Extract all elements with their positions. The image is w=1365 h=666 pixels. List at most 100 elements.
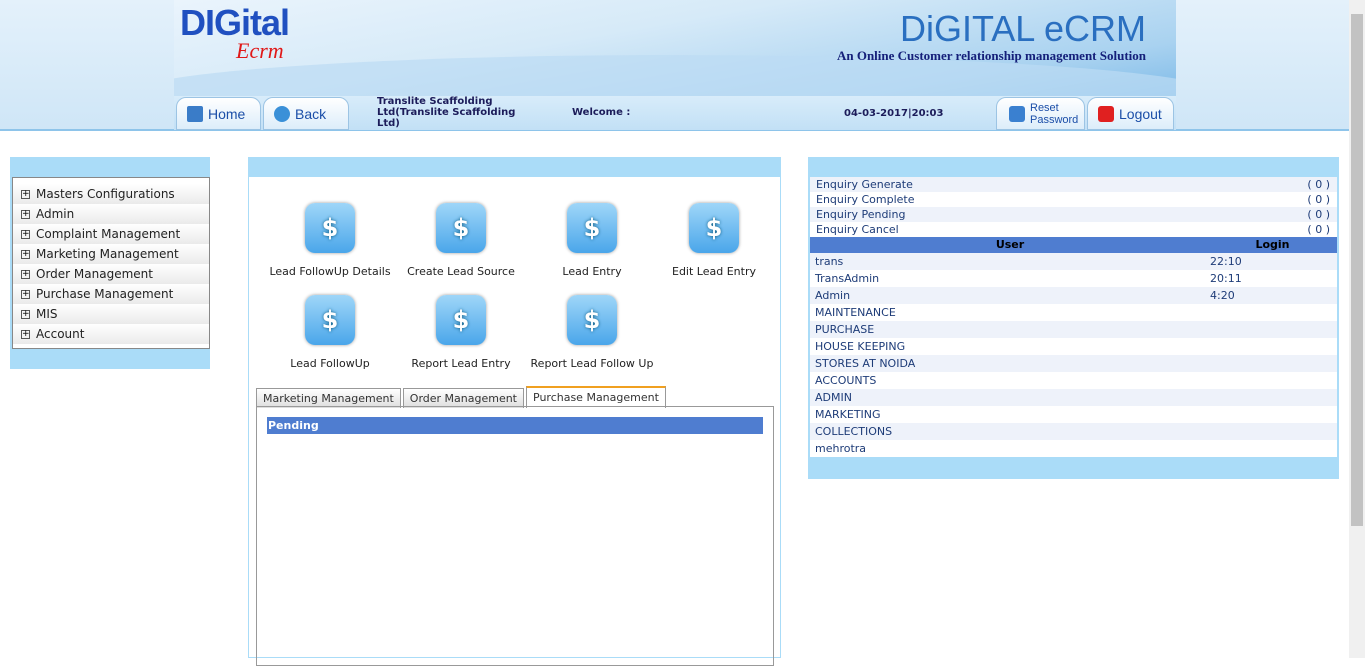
reset-icon <box>1009 105 1025 122</box>
sidebar-menu: + Masters Configurations + Admin + Complaint … <box>12 177 210 349</box>
dollar-cart-icon: $ <box>436 203 486 253</box>
sidebar-item-label: MIS <box>36 307 58 321</box>
tagline: An Online Customer relationship manageme… <box>836 48 1146 63</box>
dollar-cart-icon: $ <box>305 203 355 253</box>
tile-label: Report Lead Follow Up <box>530 357 654 370</box>
logout-button[interactable]: Logout <box>1087 97 1174 130</box>
sidebar-item-label: Marketing Management <box>36 247 179 261</box>
sidebar-item[interactable]: + Masters Configurations <box>13 184 209 204</box>
logo-left-sub: Ecrm <box>236 38 284 63</box>
dollar-cart-icon: $ <box>305 295 355 345</box>
tile[interactable]: $ Lead Entry <box>527 203 657 278</box>
user-name: trans <box>815 255 844 268</box>
user-name: MAINTENANCE <box>815 306 896 319</box>
user-row: trans 22:10 <box>810 253 1337 270</box>
enquiry-row[interactable]: Enquiry Generate ( 0 ) <box>810 177 1337 192</box>
tile[interactable]: $ Edit Lead Entry <box>649 203 779 278</box>
enquiry-row[interactable]: Enquiry Cancel ( 0 ) <box>810 222 1337 237</box>
back-button[interactable]: Back <box>263 97 349 130</box>
sidebar-item-label: Complaint Management <box>36 227 181 241</box>
scrollbar[interactable] <box>1349 0 1365 658</box>
scrollbar-thumb[interactable] <box>1351 14 1363 526</box>
tile[interactable]: $ Lead FollowUp Details <box>265 203 395 278</box>
sidebar-item[interactable]: + Purchase Management <box>13 284 209 304</box>
enquiry-label[interactable]: Enquiry Pending <box>816 207 905 222</box>
logout-label: Logout <box>1119 105 1162 122</box>
enquiry-count: ( 0 ) <box>1307 193 1330 206</box>
logo-right: DiGITAL eCRM <box>899 8 1146 49</box>
sidebar-item[interactable]: + Order Management <box>13 264 209 284</box>
sidebar-item-label: Admin <box>36 207 75 221</box>
dollar-cart-icon: $ <box>436 295 486 345</box>
tile[interactable]: $ Report Lead Follow Up <box>527 295 657 370</box>
home-label: Home <box>208 105 246 122</box>
user-row: PURCHASE <box>810 321 1337 338</box>
enquiry-count: ( 0 ) <box>1307 208 1330 221</box>
datetime: 04-03-2017|20:03 <box>844 108 944 119</box>
enquiry-row[interactable]: Enquiry Pending ( 0 ) <box>810 207 1337 222</box>
sidebar-item-label: Masters Configurations <box>36 187 175 201</box>
user-name: HOUSE KEEPING <box>815 340 906 353</box>
user-row: ACCOUNTS <box>810 372 1337 389</box>
user-name: MARKETING <box>815 408 881 421</box>
user-row: mehrotra <box>810 440 1337 457</box>
tab-content: Pending <box>256 406 774 666</box>
enquiry-label[interactable]: Enquiry Generate <box>816 177 913 192</box>
sidebar-item[interactable]: + Admin <box>13 204 209 224</box>
expand-icon: + <box>21 268 30 279</box>
tile-label: Lead Entry <box>562 265 622 278</box>
home-button[interactable]: Home <box>176 97 261 130</box>
user-row: COLLECTIONS <box>810 423 1337 440</box>
sidebar-item[interactable]: + Account <box>13 324 209 344</box>
back-arrow-icon <box>274 105 290 122</box>
login-column-header: Login <box>1255 238 1290 251</box>
user-name: TransAdmin <box>815 272 880 285</box>
user-name: Admin <box>815 289 851 302</box>
welcome-text: Welcome : <box>572 107 631 118</box>
user-column-header: User <box>995 238 1025 251</box>
tab[interactable]: Purchase Management <box>526 386 666 408</box>
power-icon <box>1098 105 1114 122</box>
enquiry-label[interactable]: Enquiry Cancel <box>816 222 899 237</box>
home-icon <box>187 105 203 122</box>
company-name: Translite Scaffolding Ltd(Translite Scaf… <box>377 96 516 129</box>
user-row: Admin 4:20 <box>810 287 1337 304</box>
tile[interactable]: $ Create Lead Source <box>396 203 526 278</box>
tile[interactable]: $ Report Lead Entry <box>396 295 526 370</box>
banner: DIGital Ecrm DiGITAL eCRM An Online Cust… <box>174 0 1176 96</box>
user-row: HOUSE KEEPING <box>810 338 1337 355</box>
tile-label: Report Lead Entry <box>411 357 511 370</box>
tile-label: Create Lead Source <box>407 265 515 278</box>
user-name: ACCOUNTS <box>815 374 877 387</box>
sidebar-item[interactable]: + Marketing Management <box>13 244 209 264</box>
tab[interactable]: Order Management <box>402 388 524 408</box>
user-name: mehrotra <box>815 442 867 455</box>
sidebar-item[interactable]: + MIS <box>13 304 209 324</box>
user-row: TransAdmin 20:11 <box>810 270 1337 287</box>
sidebar-item[interactable]: + Complaint Management <box>13 224 209 244</box>
tile[interactable]: $ Lead FollowUp <box>265 295 395 370</box>
navbar: Home Back Translite Scaffolding Ltd(Tran… <box>174 96 1176 130</box>
sidebar-item-label: Purchase Management <box>36 287 174 301</box>
expand-icon: + <box>21 248 30 259</box>
expand-icon: + <box>21 188 30 199</box>
tile-label: Lead FollowUp Details <box>269 265 391 278</box>
user-name: ADMIN <box>815 391 852 404</box>
user-login-time: 4:20 <box>1210 289 1235 302</box>
dollar-cart-icon: $ <box>567 203 617 253</box>
user-name: PURCHASE <box>815 323 875 336</box>
expand-icon: + <box>21 288 30 299</box>
back-label: Back <box>295 105 327 122</box>
dollar-cart-icon: $ <box>567 295 617 345</box>
enquiry-label[interactable]: Enquiry Complete <box>816 192 914 207</box>
sidebar-item-label: Order Management <box>36 267 153 281</box>
pending-header: Pending <box>267 417 763 434</box>
user-row: MARKETING <box>810 406 1337 423</box>
reset-password-button[interactable]: Reset Password <box>996 97 1085 130</box>
sidebar-item-label: Account <box>36 327 85 341</box>
enquiry-row[interactable]: Enquiry Complete ( 0 ) <box>810 192 1337 207</box>
expand-icon: + <box>21 228 30 239</box>
enquiry-count: ( 0 ) <box>1307 223 1330 236</box>
user-login-time: 20:11 <box>1210 272 1242 285</box>
tab[interactable]: Marketing Management <box>256 388 401 408</box>
